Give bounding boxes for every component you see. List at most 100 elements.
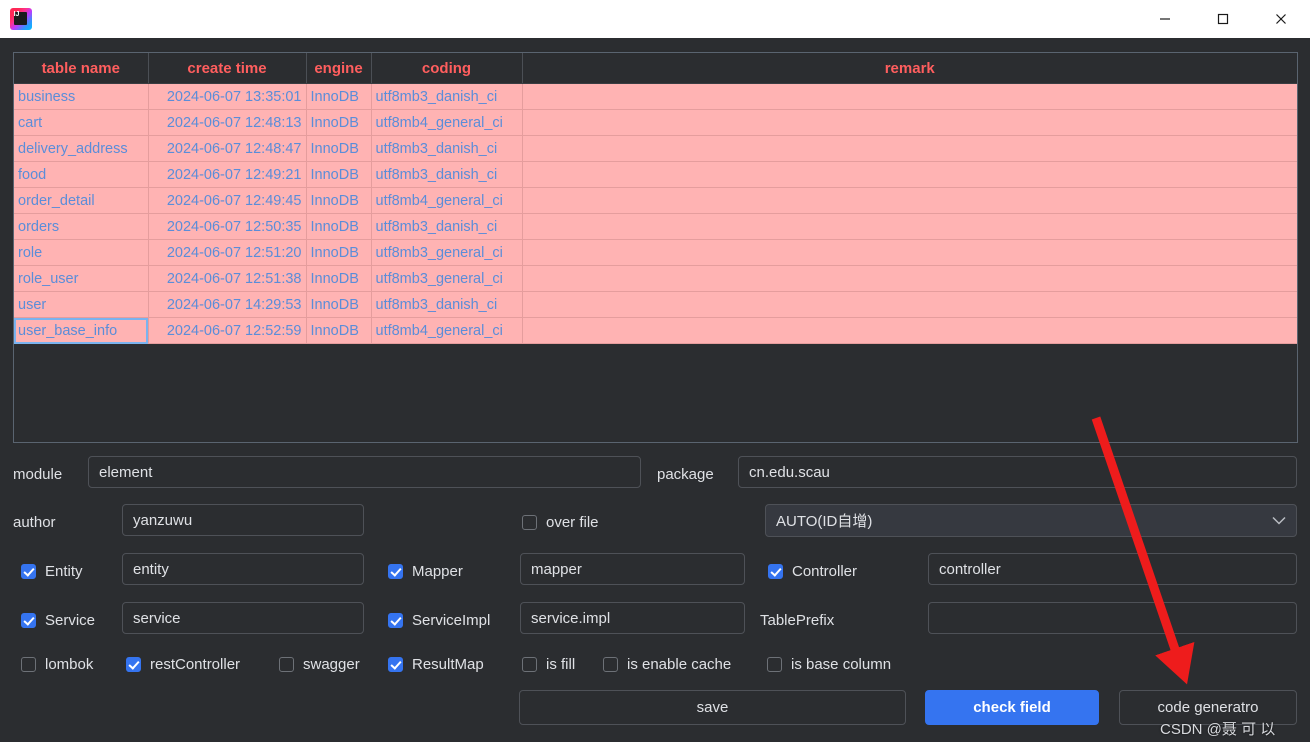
column-header-create-time[interactable]: create time bbox=[148, 53, 307, 84]
isfill-checkbox-box[interactable] bbox=[522, 657, 537, 672]
code-generator-window: IJ table name create time engine coding … bbox=[0, 0, 1310, 742]
cell-coding: utf8mb3_danish_ci bbox=[371, 135, 523, 162]
intellij-idea-logo-icon: IJ bbox=[10, 8, 32, 30]
isenablecache-checkbox[interactable]: is enable cache bbox=[603, 656, 731, 673]
serviceimpl-label: ServiceImpl bbox=[412, 612, 491, 629]
chevron-down-icon bbox=[1272, 512, 1286, 529]
table-row[interactable]: order_detail 2024-06-07 12:49:45 InnoDB utf… bbox=[14, 187, 1297, 214]
resultmap-checkbox-box[interactable] bbox=[388, 657, 403, 672]
isenablecache-checkbox-box[interactable] bbox=[603, 657, 618, 672]
id-strategy-select[interactable]: AUTO(ID自增) bbox=[765, 504, 1297, 537]
column-header-coding[interactable]: coding bbox=[371, 53, 523, 84]
cell-table-name: order_detail bbox=[14, 187, 149, 214]
cell-coding: utf8mb3_danish_ci bbox=[371, 161, 523, 188]
cell-create-time: 2024-06-07 12:48:47 bbox=[148, 135, 307, 162]
cell-create-time: 2024-06-07 12:49:45 bbox=[148, 187, 307, 214]
service-package-input[interactable]: service bbox=[122, 602, 364, 634]
cell-engine: InnoDB bbox=[306, 83, 372, 110]
table-row[interactable]: food 2024-06-07 12:49:21 InnoDB utf8mb3_dan… bbox=[14, 161, 1297, 188]
serviceimpl-checkbox-box[interactable] bbox=[388, 613, 403, 628]
controller-label: Controller bbox=[792, 563, 858, 580]
restcontroller-checkbox-box[interactable] bbox=[126, 657, 141, 672]
cell-create-time: 2024-06-07 12:52:59 bbox=[148, 317, 307, 344]
package-input[interactable]: cn.edu.scau bbox=[738, 456, 1297, 488]
tables-panel[interactable]: table name create time engine coding rem… bbox=[13, 52, 1298, 443]
restcontroller-label: restController bbox=[150, 656, 241, 673]
maximize-icon[interactable] bbox=[1194, 0, 1252, 38]
module-label: module bbox=[13, 466, 63, 483]
table-header-row: table name create time engine coding rem… bbox=[14, 53, 1297, 84]
check-field-button[interactable]: check field bbox=[925, 690, 1099, 725]
table-row[interactable]: role 2024-06-07 12:51:20 InnoDB utf8mb3_gen… bbox=[14, 239, 1297, 266]
mapper-checkbox[interactable]: Mapper bbox=[388, 563, 463, 580]
save-button[interactable]: save bbox=[519, 690, 906, 725]
cell-coding: utf8mb4_general_ci bbox=[371, 317, 523, 344]
cell-create-time: 2024-06-07 14:29:53 bbox=[148, 291, 307, 318]
cell-coding: utf8mb4_general_ci bbox=[371, 109, 523, 136]
entity-label: Entity bbox=[45, 563, 83, 580]
cell-engine: InnoDB bbox=[306, 265, 372, 292]
isbasecolumn-label: is base column bbox=[791, 656, 892, 673]
serviceimpl-checkbox[interactable]: ServiceImpl bbox=[388, 612, 490, 629]
lombok-checkbox[interactable]: lombok bbox=[21, 656, 93, 673]
cell-create-time: 2024-06-07 12:51:38 bbox=[148, 265, 307, 292]
table-row[interactable]: role_user 2024-06-07 12:51:38 InnoDB utf8mb… bbox=[14, 265, 1297, 292]
over-file-checkbox-box[interactable] bbox=[522, 515, 537, 530]
author-input[interactable]: yanzuwu bbox=[122, 504, 364, 536]
cell-create-time: 2024-06-07 12:48:13 bbox=[148, 109, 307, 136]
swagger-checkbox-box[interactable] bbox=[279, 657, 294, 672]
mapper-label: Mapper bbox=[412, 563, 463, 580]
cell-table-name: business bbox=[14, 83, 149, 110]
restcontroller-checkbox[interactable]: restController bbox=[126, 656, 240, 673]
over-file-checkbox[interactable]: over file bbox=[522, 514, 599, 531]
column-header-remark[interactable]: remark bbox=[522, 53, 1297, 84]
cell-engine: InnoDB bbox=[306, 291, 372, 318]
table-row[interactable]: business 2024-06-07 13:35:01 InnoDB utf8mb3… bbox=[14, 83, 1297, 110]
table-row[interactable]: cart 2024-06-07 12:48:13 InnoDB utf8mb4_gen… bbox=[14, 109, 1297, 136]
table-row[interactable]: orders 2024-06-07 12:50:35 InnoDB utf8mb3_d… bbox=[14, 213, 1297, 240]
cell-remark bbox=[522, 317, 1297, 344]
controller-checkbox[interactable]: Controller bbox=[768, 563, 857, 580]
column-header-table-name[interactable]: table name bbox=[14, 53, 149, 84]
entity-checkbox-box[interactable] bbox=[21, 564, 36, 579]
cell-remark bbox=[522, 213, 1297, 240]
mapper-package-input[interactable]: mapper bbox=[520, 553, 745, 585]
cell-coding: utf8mb4_general_ci bbox=[371, 187, 523, 214]
table-body: business 2024-06-07 13:35:01 InnoDB utf8mb3… bbox=[14, 83, 1297, 344]
entity-package-input[interactable]: entity bbox=[122, 553, 364, 585]
cell-remark bbox=[522, 135, 1297, 162]
service-checkbox-box[interactable] bbox=[21, 613, 36, 628]
cell-coding: utf8mb3_danish_ci bbox=[371, 83, 523, 110]
lombok-label: lombok bbox=[45, 656, 94, 673]
cell-table-name: role_user bbox=[14, 265, 149, 292]
entity-checkbox[interactable]: Entity bbox=[21, 563, 83, 580]
swagger-checkbox[interactable]: swagger bbox=[279, 656, 360, 673]
isfill-label: is fill bbox=[546, 656, 576, 673]
mapper-checkbox-box[interactable] bbox=[388, 564, 403, 579]
isfill-checkbox[interactable]: is fill bbox=[522, 656, 575, 673]
table-row[interactable]: delivery_address 2024-06-07 12:48:47 InnoD… bbox=[14, 135, 1297, 162]
isbasecolumn-checkbox-box[interactable] bbox=[767, 657, 782, 672]
isbasecolumn-checkbox[interactable]: is base column bbox=[767, 656, 891, 673]
cell-table-name: delivery_address bbox=[14, 135, 149, 162]
minimize-icon[interactable] bbox=[1136, 0, 1194, 38]
table-row[interactable]: user 2024-06-07 14:29:53 InnoDB utf8mb3_dan… bbox=[14, 291, 1297, 318]
generator-settings-form: module element package cn.edu.scau autho… bbox=[0, 443, 1310, 742]
service-checkbox[interactable]: Service bbox=[21, 612, 95, 629]
controller-package-input[interactable]: controller bbox=[928, 553, 1297, 585]
serviceimpl-package-input[interactable]: service.impl bbox=[520, 602, 745, 634]
column-header-engine[interactable]: engine bbox=[306, 53, 372, 84]
close-icon[interactable] bbox=[1252, 0, 1310, 38]
cell-engine: InnoDB bbox=[306, 161, 372, 188]
resultmap-checkbox[interactable]: ResultMap bbox=[388, 656, 484, 673]
lombok-checkbox-box[interactable] bbox=[21, 657, 36, 672]
cell-table-name: user bbox=[14, 291, 149, 318]
logo-text: IJ bbox=[13, 11, 20, 18]
controller-checkbox-box[interactable] bbox=[768, 564, 783, 579]
tableprefix-input[interactable] bbox=[928, 602, 1297, 634]
table-row[interactable]: user_base_info 2024-06-07 12:52:59 InnoDB u… bbox=[14, 317, 1297, 344]
module-input[interactable]: element bbox=[88, 456, 641, 488]
cell-remark bbox=[522, 109, 1297, 136]
cell-engine: InnoDB bbox=[306, 213, 372, 240]
cell-create-time: 2024-06-07 12:50:35 bbox=[148, 213, 307, 240]
